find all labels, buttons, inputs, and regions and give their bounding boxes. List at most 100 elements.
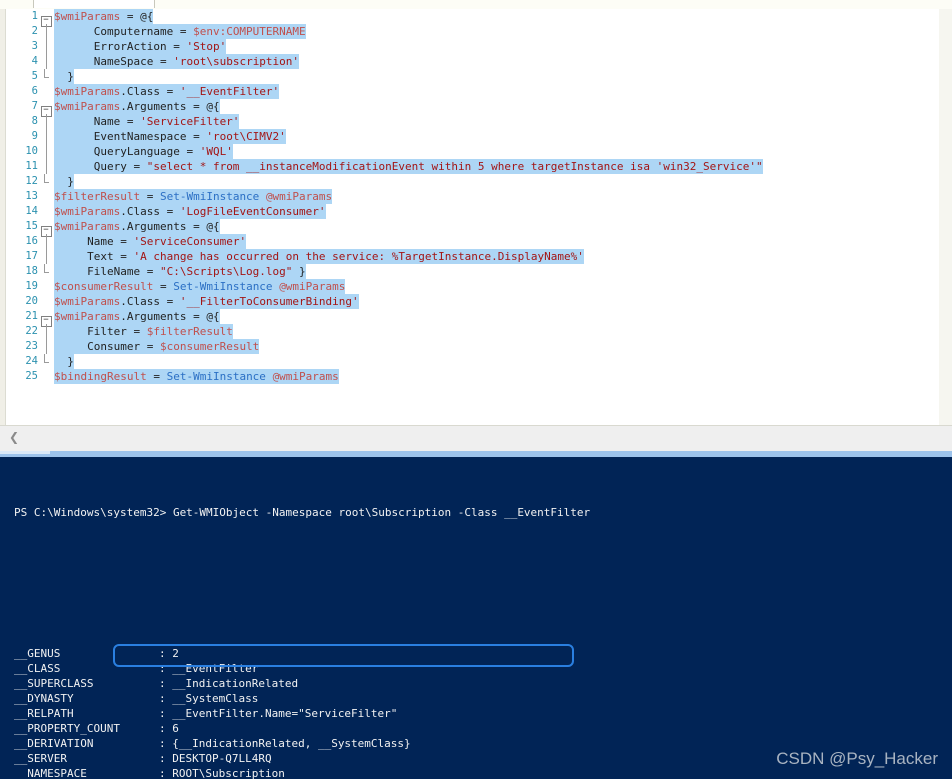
line-number: 25 <box>25 370 38 382</box>
console-spacer <box>0 601 952 616</box>
code-text: } <box>54 174 74 189</box>
code-token: } <box>54 175 74 188</box>
console-property-value: 2 <box>172 647 179 660</box>
fold-guide-line <box>38 159 54 174</box>
code-text: $wmiParams = @{ <box>54 9 154 24</box>
console-property-separator: : <box>159 647 173 660</box>
code-line[interactable]: 14 $wmiParams.Class = 'LogFileEventConsu… <box>6 204 939 219</box>
line-number: 15 <box>25 220 38 232</box>
code-line[interactable]: 9 EventNamespace = 'root\CIMV2' <box>6 129 939 144</box>
fold-end-icon <box>38 354 54 369</box>
code-text: ErrorAction = 'Stop' <box>54 39 227 54</box>
code-token: .Arguments = @{ <box>120 100 220 113</box>
code-line[interactable]: 24 } <box>6 354 939 369</box>
line-number: 3 <box>31 40 38 52</box>
code-line[interactable]: 13 $filterResult = Set-WmiInstance @wmiP… <box>6 189 939 204</box>
console-property-value: __EventFilter <box>172 662 259 675</box>
code-text: $wmiParams.Class = '__FilterToConsumerBi… <box>54 294 359 309</box>
pane-splitter[interactable]: ❮ <box>0 425 952 452</box>
code-token: $consumerResult <box>159 340 260 353</box>
code-token: = @{ <box>120 10 154 23</box>
code-line[interactable]: 22 Filter = $filterResult <box>6 324 939 339</box>
code-token: $filterResult <box>54 190 141 203</box>
console-top-band-inner <box>0 451 50 454</box>
line-number: 21 <box>25 310 38 322</box>
fold-guide-line <box>38 54 54 69</box>
code-text: FileName = "C:\Scripts\Log.log" } <box>54 264 306 279</box>
line-number: 18 <box>25 265 38 277</box>
console-property-separator: : <box>159 722 173 735</box>
chevron-left-icon[interactable]: ❮ <box>9 430 19 444</box>
code-line[interactable]: 6 $wmiParams.Class = '__EventFilter' <box>6 84 939 99</box>
code-token: = <box>153 280 174 293</box>
code-token: $consumerResult <box>54 280 154 293</box>
code-token: .Class = <box>120 205 180 218</box>
fold-minus-icon[interactable]: − <box>38 219 54 237</box>
code-line[interactable]: 25 $bindingResult = Set-WmiInstance @wmi… <box>6 369 939 384</box>
code-token: } <box>292 265 306 278</box>
code-line[interactable]: 18 FileName = "C:\Scripts\Log.log" } <box>6 264 939 279</box>
console-property-row: __GENUS: 2 <box>0 646 952 661</box>
code-line[interactable]: 8 Name = 'ServiceFilter' <box>6 114 939 129</box>
code-token: .Arguments = @{ <box>120 310 220 323</box>
code-line[interactable]: 16 Name = 'ServiceConsumer' <box>6 234 939 249</box>
code-token: Set-WmiInstance <box>173 280 273 293</box>
code-line[interactable]: 11 Query = "select * from __instanceModi… <box>6 159 939 174</box>
fold-minus-icon[interactable]: − <box>38 9 54 27</box>
console-property-key: __DERIVATION <box>14 737 94 750</box>
code-token: .Arguments = @{ <box>120 220 220 233</box>
code-line[interactable]: 3 ErrorAction = 'Stop' <box>6 39 939 54</box>
fold-end-icon <box>38 69 54 84</box>
code-text: $wmiParams.Class = 'LogFileEventConsumer… <box>54 204 326 219</box>
code-line[interactable]: 7− $wmiParams.Arguments = @{ <box>6 99 939 117</box>
editor-vertical-scrollbar[interactable] <box>939 9 952 425</box>
code-line[interactable]: 5 } <box>6 69 939 84</box>
code-token: $wmiParams <box>54 10 121 23</box>
code-text: } <box>54 69 74 84</box>
line-number: 10 <box>25 145 38 157</box>
code-line[interactable]: 12 } <box>6 174 939 189</box>
fold-minus-icon[interactable]: − <box>38 99 54 117</box>
code-token: @wmiParams <box>272 370 339 383</box>
console-property-key: __SERVER <box>14 752 67 765</box>
code-token: FileName = <box>54 265 160 278</box>
line-number: 14 <box>25 205 38 217</box>
code-token: 'Stop' <box>186 40 227 53</box>
code-line[interactable]: 23 Consumer = $consumerResult <box>6 339 939 354</box>
console-spacer <box>0 556 952 571</box>
fold-guide-line <box>38 249 54 264</box>
fold-minus-icon[interactable]: − <box>38 309 54 327</box>
code-area[interactable]: 1− $wmiParams = @{2 Computername = $env:C… <box>6 9 939 425</box>
code-line[interactable]: 20 $wmiParams.Class = '__FilterToConsume… <box>6 294 939 309</box>
line-number: 5 <box>31 70 38 82</box>
console-property-row: __PROPERTY_COUNT: 6 <box>0 721 952 736</box>
code-text: $consumerResult = Set-WmiInstance @wmiPa… <box>54 279 346 294</box>
code-line[interactable]: 10 QueryLanguage = 'WQL' <box>6 144 939 159</box>
console-property-value: __SystemClass <box>172 692 259 705</box>
code-line[interactable]: 17 Text = 'A change has occurred on the … <box>6 249 939 264</box>
code-token: 'root\subscription' <box>173 55 300 68</box>
console-property-separator: : <box>159 677 173 690</box>
code-line[interactable]: 4 NameSpace = 'root\subscription' <box>6 54 939 69</box>
code-line[interactable]: 19 $consumerResult = Set-WmiInstance @wm… <box>6 279 939 294</box>
console-property-separator: : <box>159 692 173 705</box>
code-token: 'A change has occurred on the service: %… <box>133 250 584 263</box>
code-line[interactable]: 21− $wmiParams.Arguments = @{ <box>6 309 939 327</box>
console-property-key: __NAMESPACE <box>14 767 87 779</box>
code-text: QueryLanguage = 'WQL' <box>54 144 233 159</box>
code-token: $wmiParams <box>54 205 121 218</box>
code-token: $wmiParams <box>54 100 121 113</box>
code-line[interactable]: 15− $wmiParams.Arguments = @{ <box>6 219 939 237</box>
code-token: Filter = <box>54 325 147 338</box>
code-token: Name = <box>54 115 141 128</box>
console-property-separator: : <box>159 752 173 765</box>
editor-tab[interactable] <box>33 0 155 8</box>
code-line[interactable]: 1− $wmiParams = @{ <box>6 9 939 27</box>
code-line[interactable]: 2 Computername = $env:COMPUTERNAME <box>6 24 939 39</box>
code-text: EventNamespace = 'root\CIMV2' <box>54 129 286 144</box>
fold-end-icon <box>38 174 54 189</box>
powershell-console-pane[interactable]: PS C:\Windows\system32> Get-WMIObject -N… <box>0 451 952 779</box>
